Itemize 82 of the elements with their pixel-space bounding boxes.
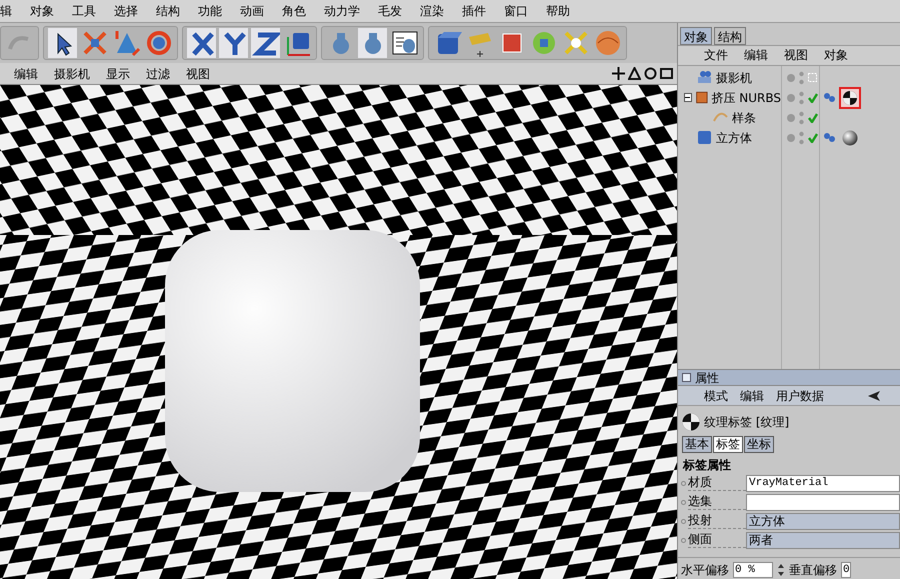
menu-item[interactable]: 辑 <box>0 2 12 20</box>
light-icon <box>562 29 590 57</box>
field-label: 垂直偏移 <box>789 562 837 579</box>
menu-item[interactable]: 帮助 <box>546 2 570 20</box>
editor-dot-icon <box>787 134 795 142</box>
menu-item[interactable]: 功能 <box>198 2 222 20</box>
menu-item[interactable]: 工具 <box>72 2 96 20</box>
editor-dot-icon <box>787 94 795 102</box>
pointer-button[interactable] <box>48 28 77 58</box>
triangle-view-icon[interactable] <box>628 67 641 80</box>
section-title: 标签属性 <box>682 456 732 474</box>
menu-item[interactable]: 摄影机 <box>54 64 90 82</box>
menu-item[interactable]: 角色 <box>282 2 306 20</box>
y-axis-button[interactable] <box>219 28 248 58</box>
rotate-icon <box>144 29 172 57</box>
x-axis-button[interactable] <box>187 28 216 58</box>
menu-item[interactable]: 对象 <box>30 2 54 20</box>
menu-item[interactable]: 对象 <box>824 46 848 64</box>
editor-dot-icon <box>787 114 795 122</box>
menu-item[interactable]: 用户数据 <box>776 386 824 405</box>
menu-item[interactable]: 视图 <box>186 64 210 82</box>
back-arrow-icon[interactable] <box>868 390 880 401</box>
tab[interactable]: 标签 <box>713 436 743 453</box>
tab[interactable]: 基本 <box>682 436 712 453</box>
menu-item[interactable]: 编辑 <box>14 64 38 82</box>
menu-item[interactable]: 编辑 <box>744 46 768 64</box>
number-field[interactable]: 0 <box>841 562 851 578</box>
tab[interactable]: 结构 <box>714 26 746 45</box>
menu-item[interactable]: 渲染 <box>420 2 444 20</box>
move-view-icon[interactable] <box>612 67 625 80</box>
visibility-dots-icon <box>799 130 804 145</box>
checkmark-icon[interactable] <box>808 132 818 143</box>
visibility-dots-icon <box>799 110 804 125</box>
render-settings-icon <box>390 29 418 57</box>
sphere-icon <box>594 29 622 57</box>
dropdown[interactable]: 两者 <box>746 532 900 549</box>
object-name[interactable]: 立方体 <box>716 128 752 147</box>
menu-item[interactable]: 动画 <box>240 2 264 20</box>
visibility-dots-icon <box>799 90 804 105</box>
expand-toggle[interactable] <box>684 93 692 102</box>
text-field[interactable]: VrayMaterial <box>746 474 900 492</box>
menu-item[interactable]: 结构 <box>156 2 180 20</box>
panel-title: 属性 <box>695 370 719 387</box>
menu-item[interactable]: 文件 <box>704 46 728 64</box>
sphere-button[interactable] <box>593 28 622 58</box>
menu-item[interactable]: 窗口 <box>504 2 528 20</box>
menu-item[interactable]: 编辑 <box>740 386 764 405</box>
menu-item[interactable]: 选择 <box>114 2 138 20</box>
object-name[interactable]: 样条 <box>732 108 756 127</box>
tab[interactable]: 坐标 <box>744 436 774 453</box>
link-dots-icon <box>823 92 836 104</box>
spinner-icon[interactable] <box>777 562 785 577</box>
panel-icon <box>682 373 691 382</box>
scale-icon <box>112 29 140 57</box>
menu-item[interactable]: 插件 <box>462 2 486 20</box>
tab[interactable]: 对象 <box>680 26 712 45</box>
object-name[interactable]: 挤压 NURBS <box>711 88 781 107</box>
rotate-button[interactable] <box>144 28 173 58</box>
link-dots-icon <box>823 132 836 144</box>
number-field[interactable]: 0 % <box>733 562 773 578</box>
menu-item[interactable]: 视图 <box>784 46 808 64</box>
text-field[interactable] <box>746 494 900 511</box>
rotate-view-icon[interactable] <box>644 67 657 80</box>
editor-dot-icon <box>787 74 795 82</box>
maximize-view-icon[interactable] <box>660 67 673 80</box>
checkmark-icon[interactable] <box>808 92 818 103</box>
menu-item[interactable]: 显示 <box>106 64 130 82</box>
menu-item[interactable]: 过滤 <box>146 64 170 82</box>
visibility-dots-icon <box>799 70 804 85</box>
checkmark-icon[interactable] <box>808 112 818 123</box>
dotted-square-icon[interactable] <box>808 73 817 82</box>
tag-title: 纹理标签 [纹理] <box>704 414 790 432</box>
texture-tag-icon <box>682 413 700 432</box>
move-icon <box>80 29 108 57</box>
object-name[interactable]: 摄影机 <box>716 68 752 87</box>
cube-icon <box>696 129 713 146</box>
menu-item[interactable]: 毛发 <box>378 2 402 20</box>
field-label: 水平偏移 <box>681 562 729 579</box>
z-axis-button[interactable] <box>251 28 280 58</box>
dropdown[interactable]: 立方体 <box>746 512 900 530</box>
menu-item[interactable]: 动力学 <box>324 2 360 20</box>
menu-item[interactable]: 模式 <box>704 386 728 405</box>
